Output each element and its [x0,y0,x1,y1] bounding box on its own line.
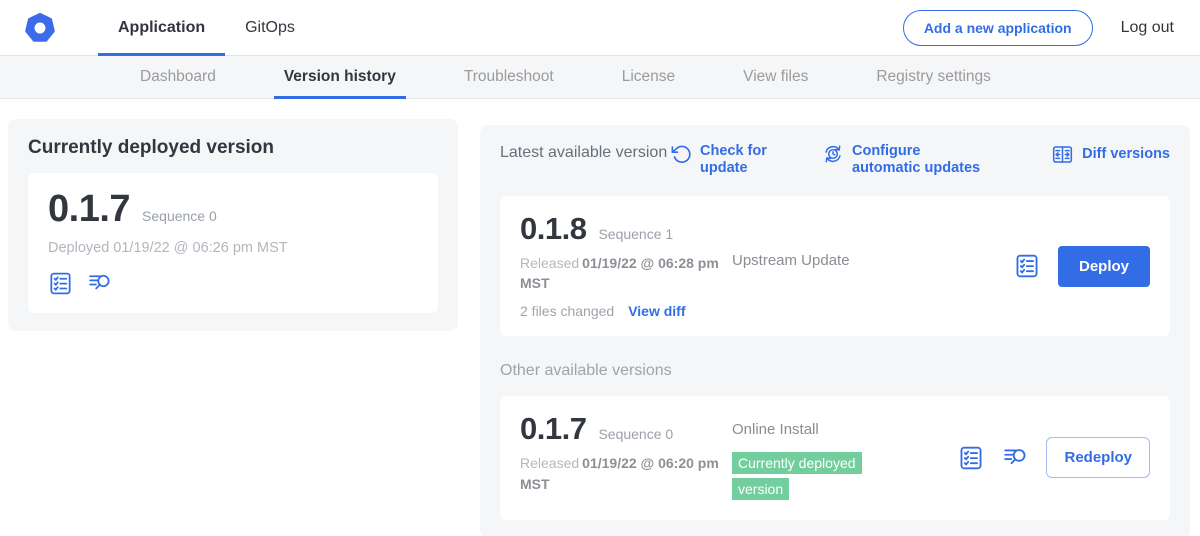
available-versions-panel: Latest available version Check for updat… [480,125,1190,536]
latest-sequence-label: Sequence 1 [598,226,673,242]
tab-dashboard[interactable]: Dashboard [130,56,226,99]
deployed-panel-title: Currently deployed version [28,137,438,159]
topnav-tab-gitops[interactable]: GitOps [225,0,315,56]
currently-deployed-badge: Currently deployed version [732,452,862,500]
main-content: Currently deployed version 0.1.7 Sequenc… [0,99,1200,536]
currently-deployed-badge-wrap: Currently deployed version [732,451,890,502]
preflight-checks-icon[interactable] [958,445,984,471]
configure-automatic-updates-label: Configure automatic updates [852,143,992,178]
latest-version-info: 0.1.8 Sequence 1 Released01/19/22 @ 06:2… [520,213,728,320]
files-changed-row: 2 files changed View diff [520,303,728,319]
tab-dashboard-label: Dashboard [140,68,216,86]
logout-button[interactable]: Log out [1121,19,1174,37]
deploy-button[interactable]: Deploy [1058,246,1150,287]
page: Application GitOps Add a new application… [0,0,1200,536]
diff-versions-label: Diff versions [1082,146,1170,163]
redeploy-button[interactable]: Redeploy [1046,437,1150,478]
schedule-update-icon [822,143,844,165]
tab-license[interactable]: License [612,56,685,99]
add-application-button[interactable]: Add a new application [903,10,1093,46]
refresh-icon [670,143,692,165]
tab-version-history-label: Version history [284,68,396,86]
subnav: Dashboard Version history Troubleshoot L… [0,56,1200,99]
other-version-card: 0.1.7 Sequence 0 Released01/19/22 @ 06:2… [500,396,1170,519]
topnav-right: Add a new application Log out [903,10,1174,46]
latest-released-line: Released01/19/22 @ 06:28 pm MST [520,253,728,294]
version-source-label: Online Install [732,421,819,438]
files-changed-label: 2 files changed [520,303,614,319]
deployed-version-row: 0.1.7 Sequence 0 [48,190,418,228]
tab-registry-settings-label: Registry settings [876,68,991,86]
available-panel-title: Latest available version [500,143,670,164]
other-released-line: Released01/19/22 @ 06:20 pm MST [520,453,728,494]
view-diff-link[interactable]: View diff [628,303,685,319]
other-version-number: 0.1.7 [520,413,586,444]
version-source-label: Upstream Update [732,252,850,269]
tab-license-label: License [622,68,675,86]
released-prefix: Released [520,455,579,471]
tab-troubleshoot[interactable]: Troubleshoot [454,56,564,99]
latest-version-number: 0.1.8 [520,213,586,244]
latest-version-card: 0.1.8 Sequence 1 Released01/19/22 @ 06:2… [500,196,1170,337]
released-prefix: Released [520,255,579,271]
deploy-logs-icon[interactable] [87,271,112,296]
diff-versions-action[interactable]: Diff versions [1051,143,1170,166]
topnav-tab-application-label: Application [118,19,205,37]
topnav-tab-application[interactable]: Application [98,0,225,56]
app-logo-icon[interactable] [24,12,56,44]
other-versions-header: Other available versions [500,362,1170,380]
deploy-logs-icon[interactable] [1002,445,1028,471]
available-panel-header: Latest available version Check for updat… [500,143,1170,178]
latest-version-source: Upstream Update [728,213,1014,320]
check-for-update-action[interactable]: Check for update [670,143,774,178]
latest-version-actions: Deploy [1014,246,1150,287]
other-version-actions: Redeploy [958,437,1150,478]
deployed-sequence-label: Sequence 0 [142,208,217,224]
topnav-tabs: Application GitOps [98,0,315,56]
other-version-source: Online Install Currently deployed versio… [728,413,958,502]
tab-troubleshoot-label: Troubleshoot [464,68,554,86]
other-version-info: 0.1.7 Sequence 0 Released01/19/22 @ 06:2… [520,413,728,502]
tab-version-history[interactable]: Version history [274,56,406,99]
tab-view-files[interactable]: View files [733,56,818,99]
deployed-version-card: 0.1.7 Sequence 0 Deployed 01/19/22 @ 06:… [28,173,438,313]
check-for-update-label: Check for update [700,143,774,178]
diff-versions-icon [1051,143,1074,166]
tab-view-files-label: View files [743,68,808,86]
configure-automatic-updates-action[interactable]: Configure automatic updates [822,143,992,178]
preflight-checks-icon[interactable] [1014,253,1040,279]
deployed-version-number: 0.1.7 [48,190,130,228]
deployed-version-actions [48,271,418,296]
preflight-checks-icon[interactable] [48,271,73,296]
top-navbar: Application GitOps Add a new application… [0,0,1200,56]
deployed-date: Deployed 01/19/22 @ 06:26 pm MST [48,240,418,256]
currently-deployed-panel: Currently deployed version 0.1.7 Sequenc… [8,119,458,331]
topnav-tab-gitops-label: GitOps [245,19,295,37]
other-sequence-label: Sequence 0 [598,426,673,442]
tab-registry-settings[interactable]: Registry settings [866,56,1001,99]
